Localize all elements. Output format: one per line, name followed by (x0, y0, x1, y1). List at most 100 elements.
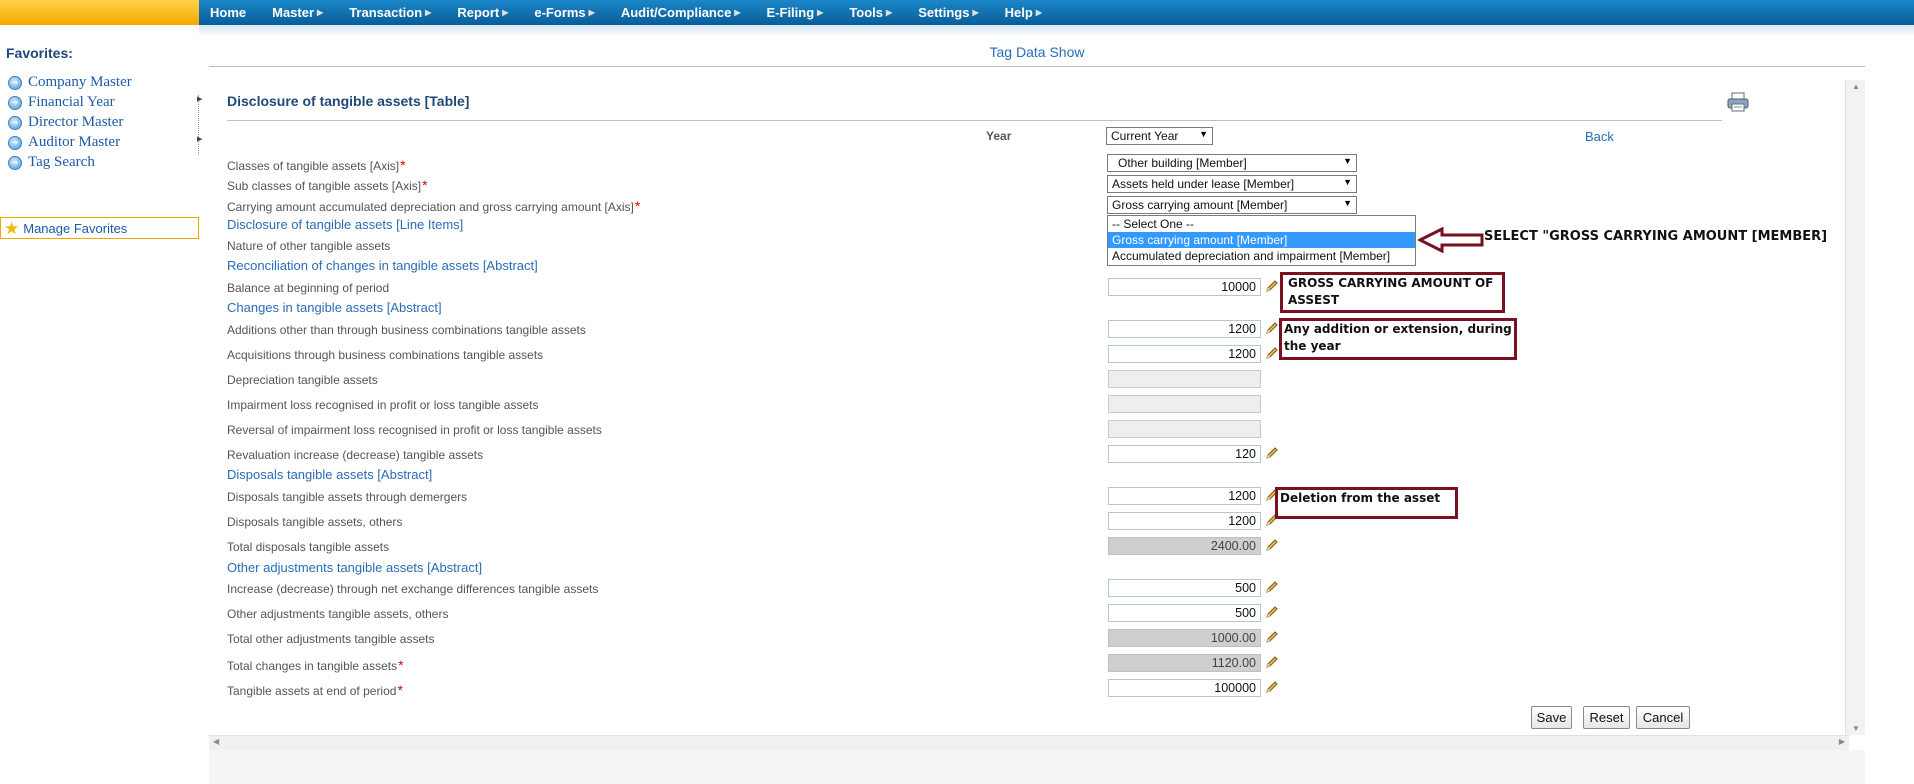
scroll-left-icon[interactable]: ◀ (213, 737, 219, 746)
pencil-icon[interactable] (1264, 630, 1279, 645)
save-button[interactable]: Save (1531, 706, 1572, 729)
axis-classes-label: Classes of tangible assets [Axis]* (227, 157, 406, 173)
manage-favorites-button[interactable]: ★ Manage Favorites (0, 217, 199, 239)
menu-tools-label: Tools (849, 5, 884, 20)
dropdown-option-accumulated-depreciation[interactable]: Accumulated depreciation and impairment … (1108, 248, 1415, 264)
fav-company-master[interactable]: ➜ Company Master (8, 74, 132, 91)
row-additions-label: Additions other than through business co… (227, 323, 586, 337)
dropdown-arrow-icon: ▼ (1199, 129, 1208, 139)
revaluation-input[interactable]: 120 (1108, 445, 1261, 463)
pencil-icon[interactable] (1264, 538, 1279, 553)
menu-transaction[interactable]: Transaction ▶ (349, 5, 431, 20)
pencil-icon[interactable] (1264, 680, 1279, 695)
annotation-text: Any addition or extension, during (1284, 322, 1512, 336)
reset-button[interactable]: Reset (1583, 706, 1630, 729)
row-end-period-text: Tangible assets at end of period (227, 684, 397, 698)
collapse-arrow-icon: ▶ (197, 96, 203, 103)
printer-icon[interactable] (1727, 92, 1749, 112)
back-link[interactable]: Back (1585, 129, 1614, 144)
row-other-adj-others-label: Other adjustments tangible assets, other… (227, 607, 449, 621)
menu-master[interactable]: Master ▶ (272, 5, 323, 20)
main-menu: Home Master ▶ Transaction ▶ Report ▶ e-Form… (210, 0, 1068, 25)
menu-efiling[interactable]: E-Filing ▶ (767, 5, 824, 20)
row-total-changes-label: Total changes in tangible assets* (227, 657, 404, 673)
balance-begin-input[interactable]: 10000 (1108, 278, 1261, 296)
year-select-value: Current Year (1111, 129, 1179, 143)
pencil-icon[interactable] (1264, 655, 1279, 670)
horizontal-scrollbar[interactable]: ◀ ▶ (209, 735, 1849, 750)
disposals-others-input[interactable]: 1200 (1108, 512, 1261, 530)
exchange-diff-input[interactable]: 500 (1108, 579, 1261, 597)
row-total-changes-text: Total changes in tangible assets (227, 659, 398, 673)
fav-director-master[interactable]: ➜ Director Master (8, 114, 123, 131)
menu-settings[interactable]: Settings ▶ (918, 5, 978, 20)
sidebar-collapse-handle[interactable]: ▶ ▶ (197, 95, 204, 155)
submenu-arrow-icon: ▶ (502, 8, 509, 17)
fav-financial-year[interactable]: ➜ Financial Year (8, 94, 115, 111)
submenu-arrow-icon: ▶ (317, 8, 324, 17)
pencil-icon[interactable] (1264, 321, 1279, 336)
scroll-up-icon[interactable]: ▲ (1846, 82, 1866, 91)
annotation-gross-carrying: GROSS CARRYING AMOUNT OF ASSEST (1280, 272, 1505, 313)
dropdown-arrow-icon: ▼ (1343, 177, 1352, 187)
menu-home[interactable]: Home (210, 5, 246, 20)
axis-carrying-text: Carrying amount accumulated depreciation… (227, 200, 634, 214)
menu-home-label: Home (210, 5, 247, 20)
acquisitions-input[interactable]: 1200 (1108, 345, 1261, 363)
cancel-button[interactable]: Cancel (1636, 706, 1690, 729)
fav-tag-search[interactable]: ➜ Tag Search (8, 154, 95, 171)
vertical-scrollbar[interactable]: ▲ ▼ (1845, 80, 1865, 735)
total-disposals-field: 2400.00 (1108, 537, 1261, 555)
other-adj-others-input[interactable]: 500 (1108, 604, 1261, 622)
menu-report[interactable]: Report ▶ (457, 5, 508, 20)
impairment-input (1108, 395, 1261, 413)
section-line-items: Disclosure of tangible assets [Line Item… (227, 217, 464, 232)
page-header: Tag Data Show (209, 37, 1865, 67)
depreciation-input (1108, 370, 1261, 388)
carrying-amount-axis-select[interactable]: Gross carrying amount [Member] ▼ (1107, 196, 1357, 214)
row-end-period-label: Tangible assets at end of period* (227, 682, 403, 698)
axis-subclasses-text: Sub classes of tangible assets [Axis] (227, 179, 422, 193)
end-period-input[interactable]: 100000 (1108, 679, 1261, 697)
section-reconciliation: Reconciliation of changes in tangible as… (227, 258, 538, 273)
menu-eforms-label: e-Forms (534, 5, 586, 20)
year-select[interactable]: Current Year ▼ (1106, 127, 1213, 145)
arrow-circle-icon: ➜ (8, 135, 22, 150)
subclasses-axis-value: Assets held under lease [Member] (1112, 177, 1295, 191)
required-marker: * (397, 682, 403, 698)
fav-label: Tag Search (28, 154, 95, 170)
fav-auditor-master[interactable]: ➜ Auditor Master (8, 134, 120, 151)
pencil-icon[interactable] (1264, 279, 1279, 294)
subclasses-axis-select[interactable]: Assets held under lease [Member] ▼ (1107, 175, 1357, 193)
dropdown-arrow-icon: ▼ (1343, 156, 1352, 166)
menu-audit-compliance[interactable]: Audit/Compliance ▶ (621, 5, 741, 20)
scroll-down-icon[interactable]: ▼ (1846, 724, 1866, 733)
dropdown-option-select-one[interactable]: -- Select One -- (1108, 216, 1415, 232)
disposals-demergers-input[interactable]: 1200 (1108, 487, 1261, 505)
dropdown-option-gross-carrying[interactable]: Gross carrying amount [Member] (1108, 232, 1415, 248)
row-exchange-diff-label: Increase (decrease) through net exchange… (227, 582, 599, 596)
logo-strip (0, 0, 199, 25)
carrying-axis-value: Gross carrying amount [Member] (1112, 198, 1288, 212)
scroll-right-icon[interactable]: ▶ (1839, 737, 1845, 746)
required-marker: * (422, 177, 428, 193)
menu-tools[interactable]: Tools ▶ (849, 5, 892, 20)
footer-area (209, 750, 1865, 784)
classes-axis-select[interactable]: Other building [Member] ▼ (1107, 154, 1357, 172)
menu-help[interactable]: Help ▶ (1005, 5, 1042, 20)
menu-help-label: Help (1004, 5, 1033, 20)
additions-input[interactable]: 1200 (1108, 320, 1261, 338)
axis-carrying-label: Carrying amount accumulated depreciation… (227, 198, 640, 214)
annotation-addition: Any addition or extension, during the ye… (1279, 318, 1517, 360)
menu-eforms[interactable]: e-Forms ▶ (534, 5, 594, 20)
pencil-icon[interactable] (1264, 446, 1279, 461)
pencil-icon[interactable] (1264, 346, 1279, 361)
row-disposals-demergers-label: Disposals tangible assets through demerg… (227, 490, 468, 504)
total-changes-field: 1120.00 (1108, 654, 1261, 672)
annotation-text: GROSS CARRYING AMOUNT OF (1288, 276, 1494, 290)
pencil-icon[interactable] (1264, 580, 1279, 595)
fav-label: Company Master (28, 74, 132, 90)
menu-settings-label: Settings (918, 5, 970, 20)
arrow-circle-icon: ➜ (8, 115, 22, 130)
pencil-icon[interactable] (1264, 605, 1279, 620)
